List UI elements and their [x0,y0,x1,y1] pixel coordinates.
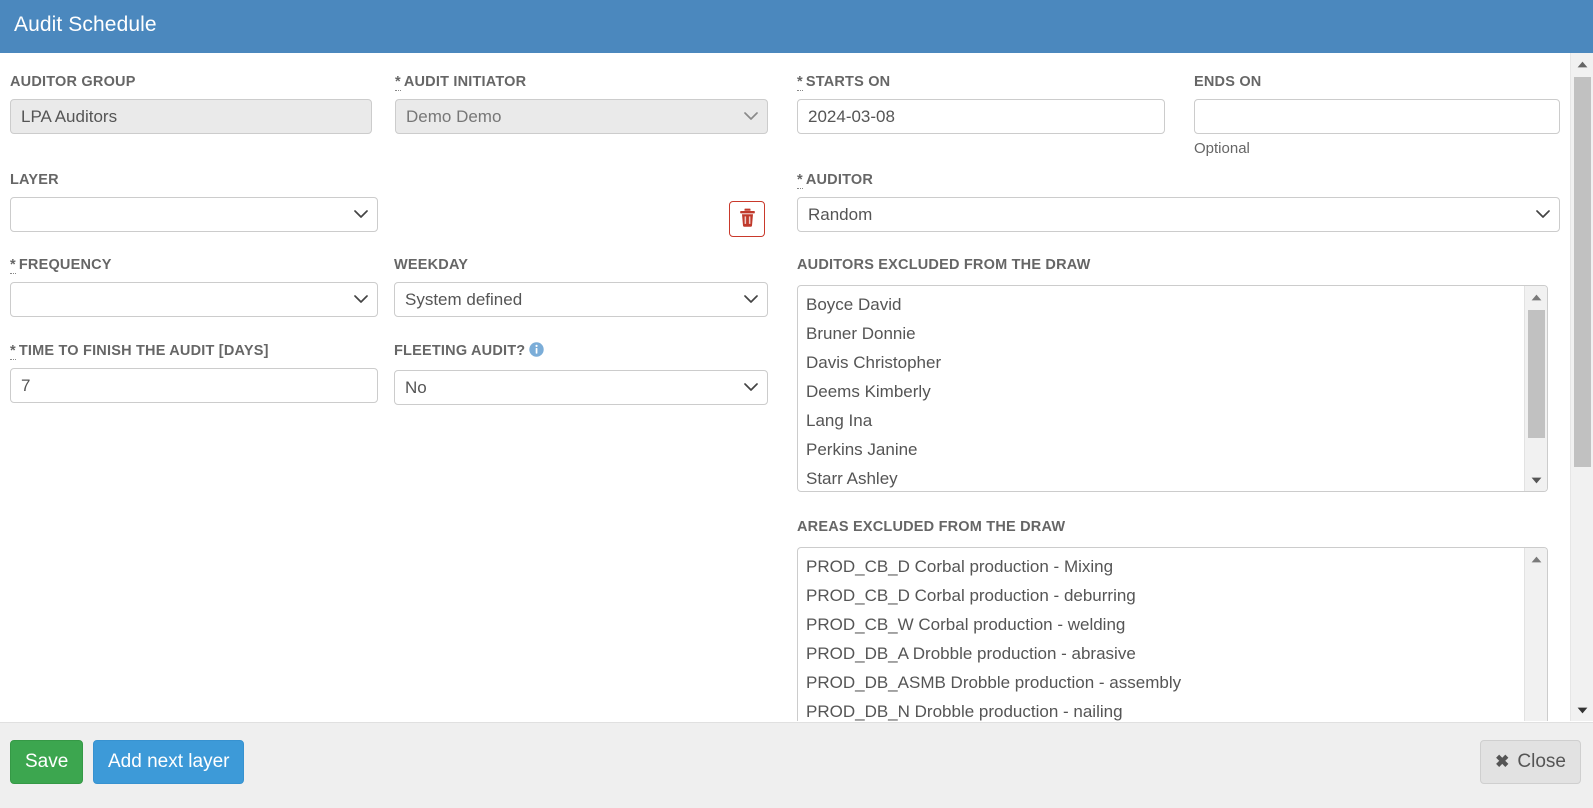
starts-on-input[interactable]: 2024-03-08 [797,99,1165,134]
list-item[interactable]: PROD_CB_D Corbal production - Mixing [798,552,1524,581]
auditor-group-input[interactable]: LPA Auditors [10,99,372,134]
field-ends-on: ENDS ON Optional [1194,73,1560,158]
ends-on-label: ENDS ON [1194,73,1560,91]
chevron-down-icon [744,283,758,316]
chevron-down-icon [1536,198,1550,231]
list-item[interactable]: PROD_DB_ASMB Drobble production - assemb… [798,668,1524,697]
field-frequency: *FREQUENCY [10,256,378,317]
frequency-label: *FREQUENCY [10,256,378,274]
save-button[interactable]: Save [10,740,83,784]
list-item[interactable]: Davis Christopher [798,348,1524,377]
scroll-up-arrow-icon[interactable] [1571,53,1593,75]
required-marker: * [10,343,16,360]
scrollbar-thumb[interactable] [1574,77,1591,467]
field-starts-on: *STARTS ON 2024-03-08 [797,73,1165,134]
ends-on-helper-text: Optional [1194,140,1560,158]
page-title: Audit Schedule [14,13,157,37]
field-auditor-group: AUDITOR GROUP LPA Auditors [10,73,372,134]
weekday-label: WEEKDAY [394,256,768,274]
areas-excluded-label: AREAS EXCLUDED FROM THE DRAW [797,518,1065,536]
list-item[interactable]: Lang Ina [798,406,1524,435]
chevron-down-icon [354,198,368,231]
audit-schedule-modal: Audit Schedule AUDITOR GROUP LPA Auditor… [0,0,1593,808]
audit-initiator-select[interactable]: Demo Demo [395,99,768,134]
list-item[interactable]: Bruner Donnie [798,319,1524,348]
layer-label: LAYER [10,171,378,189]
fleeting-audit-select[interactable]: No [394,370,768,405]
auditors-excluded-scrollbar[interactable] [1524,286,1547,491]
modal-header: Audit Schedule [0,0,1593,53]
scroll-down-arrow-icon[interactable] [1525,469,1548,491]
time-to-finish-input[interactable]: 7 [10,368,378,403]
chevron-down-icon [744,371,758,404]
field-audit-initiator: *AUDIT INITIATOR Demo Demo [395,73,768,134]
field-weekday: WEEKDAY System defined [394,256,768,317]
ends-on-input[interactable] [1194,99,1560,134]
fleeting-audit-value: No [405,378,427,397]
layer-select[interactable] [10,197,378,232]
required-marker: * [10,257,16,274]
add-next-layer-button[interactable]: Add next layer [93,740,244,784]
chevron-down-icon [744,100,758,133]
audit-initiator-label: *AUDIT INITIATOR [395,73,768,91]
weekday-select[interactable]: System defined [394,282,768,317]
field-areas-excluded: AREAS EXCLUDED FROM THE DRAW [797,518,1065,536]
list-item[interactable]: PROD_CB_D Corbal production - deburring [798,581,1524,610]
areas-excluded-list: PROD_CB_D Corbal production - Mixing PRO… [798,548,1524,721]
field-auditors-excluded: AUDITORS EXCLUDED FROM THE DRAW [797,256,1091,274]
close-button[interactable]: ✖ Close [1480,740,1581,784]
form-body: AUDITOR GROUP LPA Auditors *AUDIT INITIA… [0,53,1570,721]
areas-excluded-listbox[interactable]: PROD_CB_D Corbal production - Mixing PRO… [797,547,1548,721]
list-item[interactable]: Perkins Janine [798,435,1524,464]
trash-icon [739,208,756,231]
list-item[interactable]: PROD_CB_W Corbal production - welding [798,610,1524,639]
chevron-down-icon [354,283,368,316]
scroll-up-arrow-icon[interactable] [1525,286,1548,308]
info-icon[interactable] [529,342,544,362]
list-item[interactable]: Boyce David [798,290,1524,319]
weekday-value: System defined [405,290,522,309]
auditors-excluded-listbox[interactable]: Boyce David Bruner Donnie Davis Christop… [797,285,1548,492]
starts-on-label: *STARTS ON [797,73,1165,91]
field-fleeting-audit: FLEETING AUDIT? No [394,342,768,405]
areas-excluded-scrollbar[interactable] [1524,548,1547,721]
fleeting-audit-label: FLEETING AUDIT? [394,342,768,362]
page-scrollbar[interactable] [1570,53,1593,721]
delete-layer-button[interactable] [729,201,765,237]
close-x-icon: ✖ [1495,752,1509,772]
auditor-group-label: AUDITOR GROUP [10,73,372,91]
scroll-down-arrow-icon[interactable] [1571,699,1593,721]
audit-initiator-value: Demo Demo [406,107,501,126]
list-item[interactable]: PROD_DB_N Drobble production - nailing [798,697,1524,721]
auditor-label: *AUDITOR [797,171,1560,189]
close-button-label: Close [1517,751,1566,773]
time-to-finish-label: *TIME TO FINISH THE AUDIT [DAYS] [10,342,378,360]
required-marker: * [797,74,803,91]
list-item[interactable]: Deems Kimberly [798,377,1524,406]
field-layer: LAYER [10,171,378,232]
auditor-value: Random [808,205,872,224]
field-auditor: *AUDITOR Random [797,171,1560,232]
auditors-excluded-list: Boyce David Bruner Donnie Davis Christop… [798,286,1524,491]
scrollbar-thumb[interactable] [1528,310,1545,438]
auditors-excluded-label: AUDITORS EXCLUDED FROM THE DRAW [797,256,1091,274]
field-time-to-finish: *TIME TO FINISH THE AUDIT [DAYS] 7 [10,342,378,403]
required-marker: * [797,172,803,189]
frequency-select[interactable] [10,282,378,317]
list-item[interactable]: PROD_DB_A Drobble production - abrasive [798,639,1524,668]
required-marker: * [395,74,401,91]
auditor-select[interactable]: Random [797,197,1560,232]
scroll-up-arrow-icon[interactable] [1525,548,1548,570]
list-item[interactable]: Starr Ashley [798,464,1524,491]
modal-footer: Save Add next layer ✖ Close [0,722,1593,808]
